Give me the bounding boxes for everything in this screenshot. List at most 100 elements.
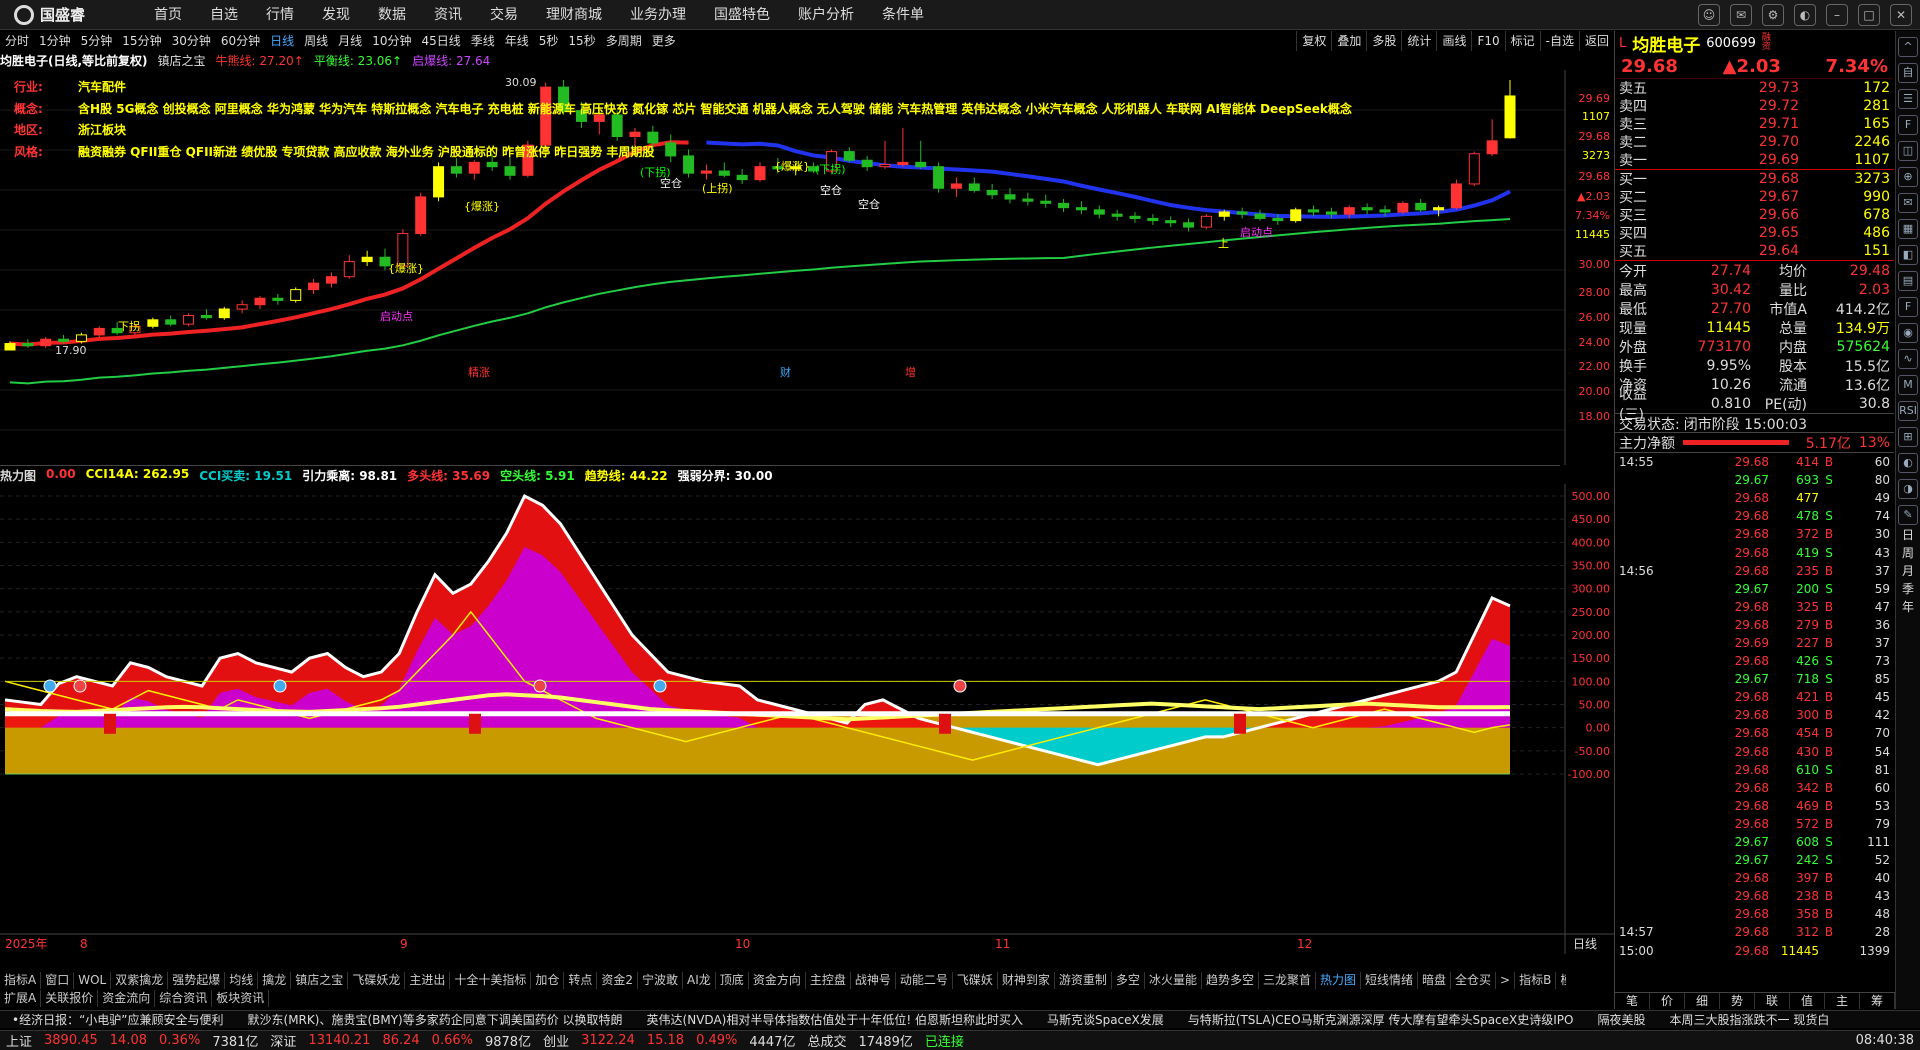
candle-body[interactable] (718, 170, 730, 176)
indicator-tab[interactable]: 模板 (1556, 972, 1566, 989)
indicator-tab[interactable]: 暗盘 (1418, 972, 1452, 989)
cy-label[interactable]: 创业 (537, 1031, 575, 1050)
chart-tool-button[interactable]: 叠加 (1331, 31, 1366, 51)
quote-tab[interactable]: 主 (1825, 993, 1860, 1009)
indicator-tab[interactable]: WOL (74, 972, 112, 989)
candle-body[interactable] (183, 314, 195, 325)
chart-tool-button[interactable]: 复权 (1296, 31, 1331, 51)
period-tab[interactable]: 分时 (0, 31, 34, 51)
extension-tab[interactable]: 综合资讯 (155, 990, 213, 1007)
indicator-tab[interactable]: 多空 (1112, 972, 1145, 989)
candle-body[interactable] (1165, 220, 1177, 224)
candle-body[interactable] (254, 297, 266, 306)
candle-body[interactable] (200, 314, 212, 319)
menu-item[interactable]: 条件单 (868, 0, 938, 30)
side-tool-icon[interactable]: F (1898, 297, 1918, 317)
candle-body[interactable] (1040, 200, 1052, 204)
period-tab[interactable]: 45日线 (416, 31, 465, 51)
ind-name[interactable]: 热力图 (0, 467, 36, 483)
indicator-tab[interactable]: 宁波敢 (638, 972, 684, 989)
tick-list[interactable]: 14:55 29.68 414 B 60 29.67 693 S 80 29.68 477 49 29.… (1615, 452, 1894, 960)
candle-body[interactable] (879, 164, 891, 168)
period-tab[interactable]: 更多 (647, 31, 681, 51)
candle-body[interactable] (1236, 211, 1248, 215)
heatmap-indicator-chart[interactable]: 500.00 450.00 400.00 350.00 300.00 250.00 200.… (0, 484, 1614, 954)
period-tab[interactable]: 15秒 (563, 31, 600, 51)
period-tab[interactable]: 周线 (299, 31, 333, 51)
indicator-tab[interactable]: 镇店之宝 (291, 972, 349, 989)
candle-body[interactable] (504, 166, 516, 176)
side-tool-icon[interactable]: ◑ (1898, 479, 1918, 499)
message-icon[interactable]: ✉ (1730, 4, 1752, 26)
bid-row[interactable]: 买五 29.64 151 (1615, 242, 1894, 260)
quote-tab[interactable]: 联 (1755, 993, 1790, 1009)
candle-body[interactable] (147, 319, 159, 327)
side-period-button[interactable]: 日 (1898, 527, 1918, 543)
indicator-tab[interactable]: 飞碟妖 (953, 972, 998, 989)
candle-body[interactable] (1450, 183, 1462, 209)
sz-label[interactable]: 深证 (264, 1031, 302, 1050)
candle-body[interactable] (1272, 217, 1284, 222)
candle-body[interactable] (272, 297, 284, 301)
candle-body[interactable] (1504, 95, 1516, 139)
quote-tab[interactable]: 筹 (1860, 993, 1895, 1009)
chart-tool-button[interactable]: 画线 (1436, 31, 1471, 51)
side-tool-icon[interactable]: ✎ (1898, 505, 1918, 525)
ask-row[interactable]: 卖三 29.71 165 (1615, 115, 1894, 133)
menu-item[interactable]: 数据 (364, 0, 420, 30)
indicator-tab[interactable]: 顶底 (716, 972, 749, 989)
indicator-tab[interactable]: 资金2 (597, 972, 639, 989)
quote-tab[interactable]: 值 (1790, 993, 1825, 1009)
candle-body[interactable] (700, 170, 712, 174)
indicator-tab[interactable]: AI龙 (683, 972, 716, 989)
candle-body[interactable] (1183, 222, 1195, 228)
candle-body[interactable] (40, 338, 52, 347)
candle-body[interactable] (218, 308, 230, 319)
quote-tab[interactable]: 细 (1685, 993, 1720, 1009)
side-tool-icon[interactable]: ◉ (1898, 323, 1918, 343)
period-tab[interactable]: 日线 (265, 31, 299, 51)
indicator-tab[interactable]: 双紫擒龙 (111, 972, 169, 989)
side-tool-icon[interactable]: ∿ (1898, 349, 1918, 369)
bid-row[interactable]: 买四 29.65 486 (1615, 224, 1894, 242)
side-tool-icon[interactable]: ▦ (1898, 219, 1918, 239)
candle-body[interactable] (1433, 207, 1445, 211)
period-tab[interactable]: 多周期 (601, 31, 647, 51)
indicator-tab[interactable]: 指标B (1515, 972, 1557, 989)
side-tool-icon[interactable]: RSI (1898, 401, 1918, 421)
menu-item[interactable]: 理财商城 (532, 0, 616, 30)
indicator-tab[interactable]: 指标A (0, 972, 42, 989)
period-tab[interactable]: 5秒 (534, 31, 564, 51)
candle-body[interactable] (1111, 213, 1123, 217)
indicator-tab[interactable]: 资金方向 (749, 972, 806, 989)
period-tab[interactable]: 15分钟 (117, 31, 166, 51)
news-item[interactable]: 隔夜美股 (1585, 1011, 1657, 1028)
candle-body[interactable] (1218, 211, 1230, 217)
chart-tool-button[interactable]: F10 (1471, 31, 1504, 51)
app-logo[interactable]: 国盛睿 (0, 4, 140, 25)
ask-row[interactable]: 卖一 29.69 1107 (1615, 151, 1894, 169)
candle-body[interactable] (933, 166, 945, 189)
period-tab[interactable]: 1分钟 (34, 31, 76, 51)
indicator-tab[interactable]: 财神到家 (998, 972, 1055, 989)
indicator-tab[interactable]: 转点 (564, 972, 598, 989)
candle-body[interactable] (1147, 217, 1159, 222)
news-item[interactable]: 马斯克谈SpaceX发展 (1035, 1011, 1176, 1028)
candle-body[interactable] (611, 114, 623, 138)
candle-body[interactable] (861, 159, 873, 168)
news-item[interactable]: 本周三大股指涨跌不一 现货白 (1658, 1011, 1842, 1028)
indicator-tab[interactable]: 战神号 (851, 972, 896, 989)
chart-tool-button[interactable]: 标记 (1504, 31, 1540, 51)
menu-item[interactable]: 发现 (308, 0, 364, 30)
menu-item[interactable]: 交易 (476, 0, 532, 30)
extension-tab[interactable]: 扩展A (0, 990, 42, 1007)
indicator-tab[interactable]: 强势起爆 (168, 972, 226, 989)
candle-body[interactable] (93, 327, 105, 336)
ask-row[interactable]: 卖二 29.70 2246 (1615, 133, 1894, 151)
quote-tab[interactable]: 笔 (1615, 993, 1650, 1009)
candle-body[interactable] (843, 151, 855, 161)
candle-body[interactable] (433, 166, 445, 198)
indicator-tab[interactable]: 飞碟妖龙 (348, 972, 406, 989)
candle-body[interactable] (968, 183, 980, 191)
candle-body[interactable] (683, 155, 695, 174)
